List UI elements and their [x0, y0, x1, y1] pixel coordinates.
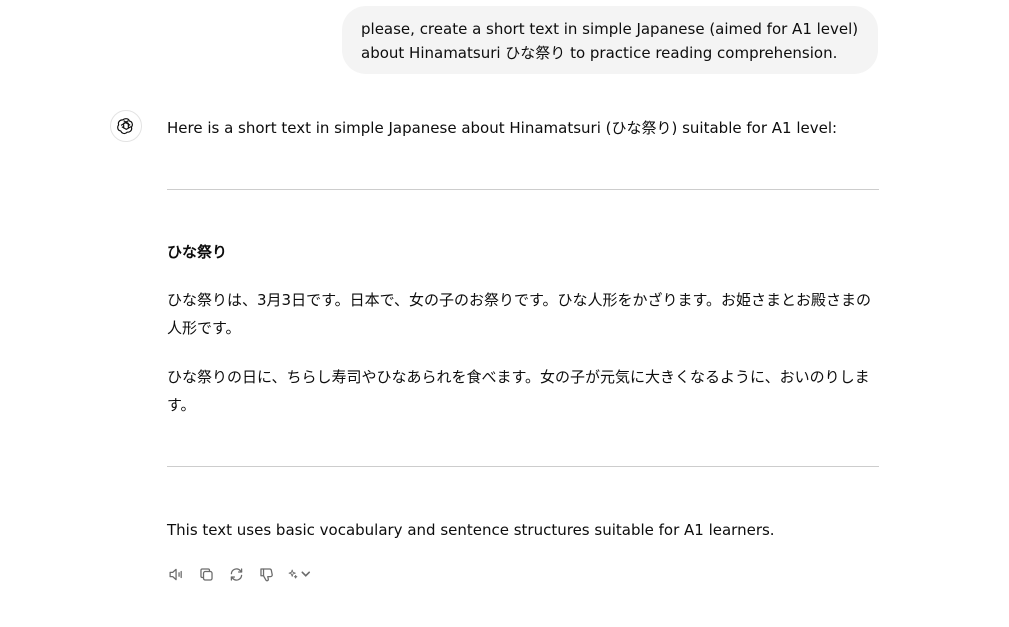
assistant-note: This text uses basic vocabulary and sent…: [167, 521, 775, 539]
bad-response-button[interactable]: [257, 563, 275, 585]
speaker-icon: [168, 568, 182, 580]
user-message-line: about Hinamatsuri ひな祭り to practice readi…: [361, 44, 838, 62]
read-aloud-button[interactable]: [167, 563, 185, 585]
text-heading: ひな祭り: [167, 243, 228, 261]
user-message-line: please, create a short text in simple Ja…: [361, 20, 859, 38]
chevron-down-icon: [300, 571, 310, 577]
thumbs-down-icon: [259, 567, 273, 581]
assistant-intro: Here is a short text in simple Japanese …: [167, 119, 838, 137]
message-actions-bar: [167, 563, 311, 585]
divider: [167, 466, 879, 467]
divider: [167, 189, 879, 190]
regenerate-button[interactable]: [227, 563, 245, 585]
copy-button[interactable]: [197, 563, 215, 585]
assistant-avatar: [110, 110, 142, 142]
openai-logo-icon: [117, 118, 133, 135]
sparkle-model-icon: [288, 569, 298, 579]
chat-page: please, create a short text in simple Ja…: [0, 0, 1009, 627]
change-model-button[interactable]: [287, 563, 311, 585]
japanese-paragraph: ひな祭りの日に、ちらし寿司やひなあられを食べます。女の子が元気に大きくなるように…: [167, 368, 870, 414]
copy-icon: [199, 567, 213, 581]
japanese-paragraph: ひな祭りは、3月3日です。日本で、女の子のお祭りです。ひな人形をかざります。お姫…: [167, 291, 871, 337]
regenerate-icon: [230, 567, 242, 581]
user-message-bubble: please, create a short text in simple Ja…: [342, 6, 878, 74]
